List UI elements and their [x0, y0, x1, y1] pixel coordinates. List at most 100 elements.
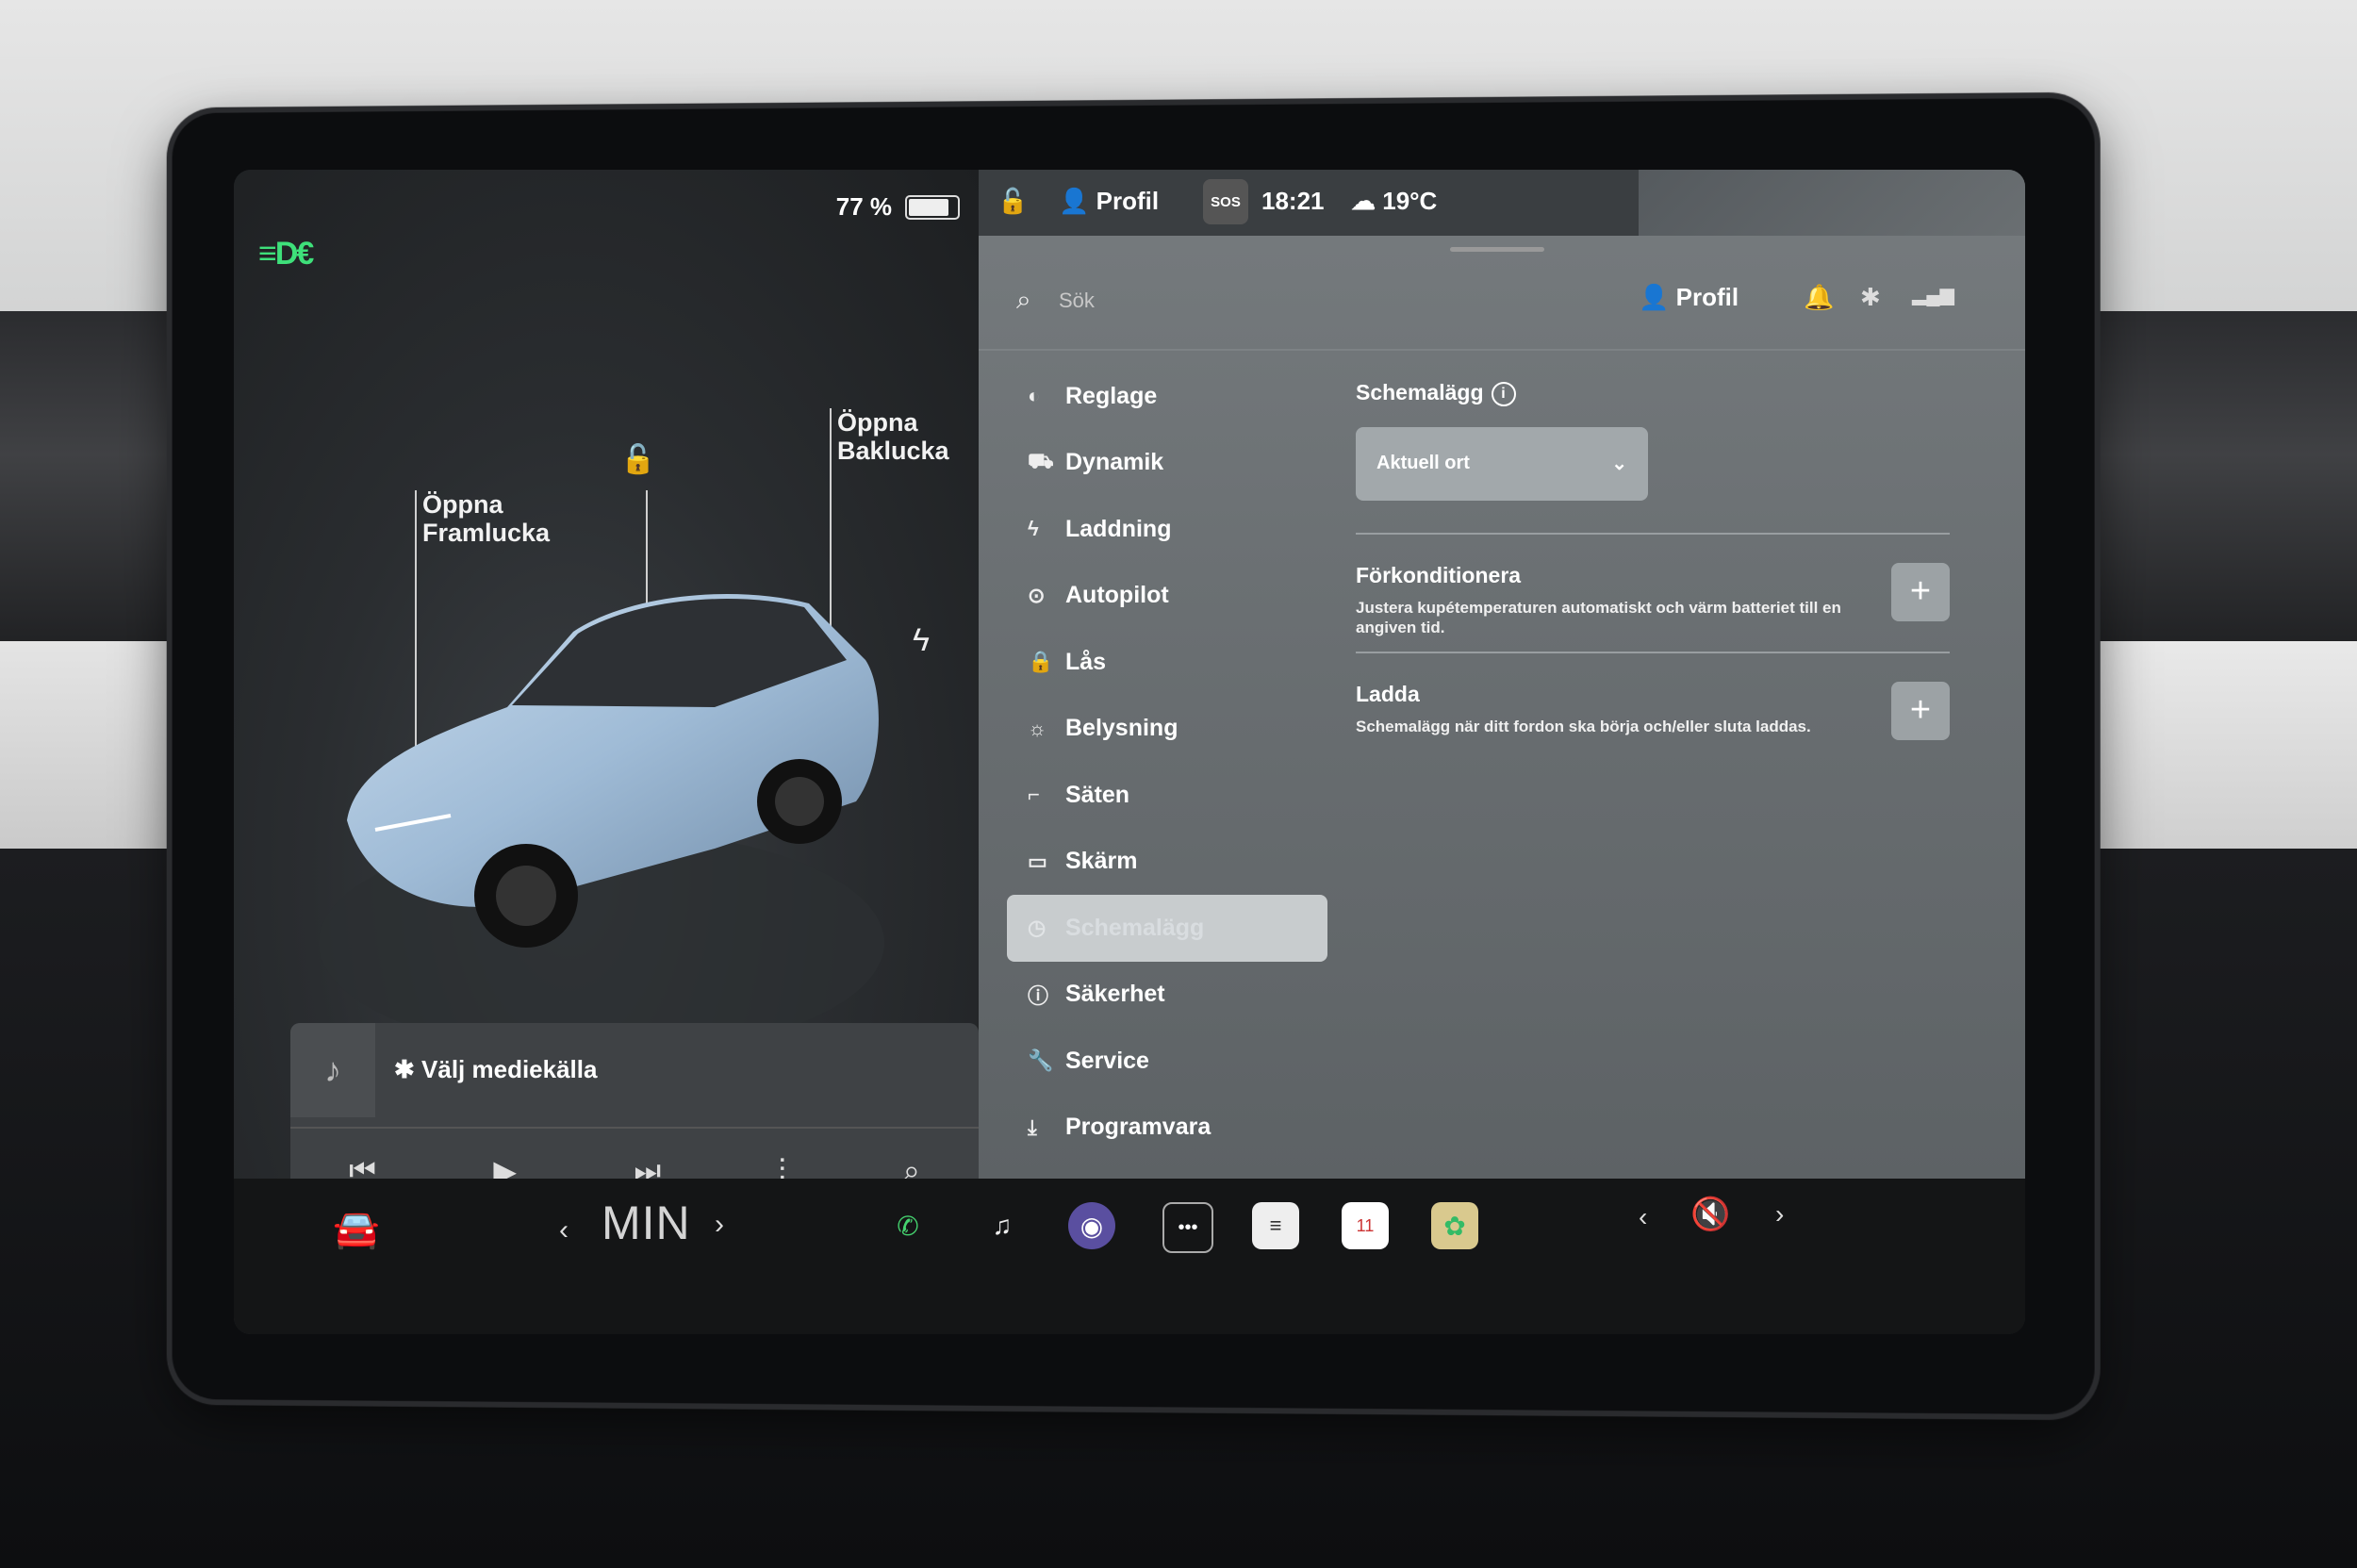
- nav-item-laddning[interactable]: ϟ Laddning: [1007, 496, 1327, 563]
- volume-increase-icon[interactable]: ›: [1775, 1199, 1784, 1230]
- sos-icon[interactable]: SOS: [1203, 179, 1248, 224]
- nav-item-label: Säten: [1065, 781, 1130, 808]
- nav-item-service[interactable]: 🔧 Service: [1007, 1028, 1327, 1095]
- precondition-row: Förkonditionera Justera kupétemperaturen…: [1356, 562, 1950, 638]
- charge-description: Schemalägg när ditt fordon ska börja och…: [1356, 717, 1811, 735]
- bluetooth-icon[interactable]: ✱: [1860, 283, 1881, 312]
- camera-icon[interactable]: ◉: [1068, 1202, 1115, 1249]
- clock-icon: ◷: [1028, 916, 1047, 940]
- nav-item-label: Autopilot: [1065, 582, 1169, 609]
- car-panel: ≡D€ 77 % Öppna Framlucka Öppna Baklucka …: [234, 170, 979, 1334]
- charge-port-icon[interactable]: ϟ: [913, 622, 930, 659]
- schedule-title: Schemalägg i: [1356, 380, 1950, 406]
- nav-item-säkerhet[interactable]: ⓘ Säkerhet: [1007, 962, 1327, 1029]
- profile-label: Profil: [1675, 283, 1739, 311]
- nav-item-dynamik[interactable]: ⛟ Dynamik: [1007, 430, 1327, 497]
- nav-item-label: Säkerhet: [1065, 981, 1165, 1008]
- nav-item-label: Lås: [1065, 648, 1107, 675]
- info-icon[interactable]: i: [1491, 381, 1516, 406]
- panel-drag-handle[interactable]: [1450, 247, 1544, 252]
- music-icon[interactable]: ♫: [979, 1202, 1026, 1249]
- nav-item-schemalägg[interactable]: ◷ Schemalägg: [1007, 895, 1327, 962]
- notification-bell-icon[interactable]: 🔔: [1804, 283, 1834, 312]
- status-bar: 🔓 👤 Profil SOS 18:21 ☁ 19°C: [979, 170, 2025, 236]
- nav-item-label: Programvara: [1065, 1114, 1211, 1141]
- nav-item-label: Skärm: [1065, 848, 1138, 875]
- car-icon[interactable]: 🚘: [333, 1207, 380, 1251]
- nav-item-reglage[interactable]: ◐ Reglage: [1007, 363, 1327, 430]
- location-select-value: Aktuell ort: [1376, 453, 1470, 474]
- search-input[interactable]: Sök: [1059, 289, 1095, 313]
- lock-icon: 🔒: [1028, 650, 1054, 674]
- nav-item-label: Reglage: [1065, 382, 1158, 409]
- charge-title: Ladda: [1356, 681, 1420, 706]
- dashboard-panel-left: [0, 641, 189, 849]
- mute-icon[interactable]: 🔇: [1690, 1196, 1730, 1233]
- download-icon: ⤓: [1028, 1114, 1037, 1139]
- seat-icon: ⌐: [1028, 783, 1040, 807]
- charge-row: Ladda Schemalägg när ditt fordon ska bör…: [1356, 681, 1950, 757]
- volume-decrease-icon[interactable]: ‹: [1639, 1202, 1647, 1232]
- map-preview[interactable]: [1639, 170, 2025, 236]
- battery-percent: 77 %: [835, 192, 892, 221]
- profile-button[interactable]: 👤 Profil: [1639, 283, 1739, 312]
- temperature: 19°C: [1382, 187, 1438, 215]
- toggle-icon: ◐: [1028, 384, 1041, 408]
- settings-nav: ◐ Reglage ⛟ Dynamik ϟ Laddning ⊙ Autopilot 🔒 Lås ☼…: [1007, 363, 1327, 1228]
- add-precondition-button[interactable]: +: [1891, 562, 1950, 621]
- screen-icon: ▭: [1028, 849, 1047, 873]
- calendar-icon[interactable]: 11: [1342, 1202, 1389, 1249]
- car-icon: ⛟: [1028, 449, 1054, 473]
- nav-item-belysning[interactable]: ☼ Belysning: [1007, 696, 1327, 763]
- toybox-icon[interactable]: ✿: [1431, 1202, 1478, 1249]
- precondition-description: Justera kupétemperaturen automatiskt och…: [1356, 598, 1841, 636]
- nav-item-label: Service: [1065, 1047, 1149, 1074]
- climate-temperature[interactable]: MIN: [602, 1196, 691, 1250]
- divider: [1356, 651, 1950, 653]
- battery-status: 77 %: [836, 192, 960, 222]
- climate-increase-icon[interactable]: ›: [715, 1209, 724, 1241]
- bottom-bar: [234, 1179, 2025, 1334]
- open-trunk-label[interactable]: Öppna Baklucka: [837, 408, 949, 465]
- status-profile-label: Profil: [1096, 187, 1160, 215]
- location-select[interactable]: Aktuell ort ⌄: [1356, 426, 1648, 501]
- phone-icon[interactable]: ✆: [884, 1202, 931, 1249]
- schedule-content: Schemalägg i Aktuell ort ⌄ Förkonditioner…: [1356, 363, 1950, 757]
- climate-decrease-icon[interactable]: ‹: [559, 1214, 569, 1246]
- wrench-icon: 🔧: [1028, 1048, 1054, 1073]
- nav-item-säten[interactable]: ⌐ Säten: [1007, 762, 1327, 829]
- nav-item-label: Schemalägg: [1065, 914, 1205, 941]
- nav-item-label: Laddning: [1065, 515, 1172, 542]
- battery-icon: [905, 194, 960, 220]
- nav-item-programvara[interactable]: ⤓ Programvara: [1007, 1095, 1327, 1162]
- nav-item-label: Dynamik: [1065, 449, 1164, 476]
- divider: [1356, 532, 1950, 535]
- precondition-title: Förkonditionera: [1356, 562, 1522, 587]
- more-apps-icon[interactable]: •••: [1162, 1202, 1213, 1253]
- unlock-icon[interactable]: 🔓: [620, 443, 655, 476]
- nav-item-skärm[interactable]: ▭ Skärm: [1007, 829, 1327, 896]
- media-source-label: Välj mediekälla: [421, 1055, 598, 1083]
- nav-item-label: Belysning: [1065, 715, 1178, 742]
- notes-icon[interactable]: ≡: [1252, 1202, 1299, 1249]
- sun-icon: ☼: [1028, 716, 1047, 740]
- lock-status-icon[interactable]: 🔓: [997, 187, 1028, 216]
- search-icon[interactable]: ⌕: [1016, 285, 1031, 316]
- clock: 18:21: [1261, 187, 1325, 215]
- steering-wheel-icon: ⊙: [1028, 583, 1046, 607]
- open-frunk-label[interactable]: Öppna Framlucka: [422, 490, 550, 547]
- dashboard-panel-right: [2055, 641, 2357, 849]
- chevron-down-icon: ⌄: [1611, 454, 1627, 475]
- headlight-icon[interactable]: ≡D€: [258, 236, 314, 272]
- status-profile[interactable]: 👤 Profil: [1059, 187, 1159, 216]
- add-charge-schedule-button[interactable]: +: [1891, 681, 1950, 740]
- music-note-icon[interactable]: ♪: [290, 1023, 375, 1117]
- search-row: ⌕ Sök 👤 Profil 🔔 ✱ ▂▄▆: [979, 255, 2025, 351]
- touchscreen: ≡D€ 77 % Öppna Framlucka Öppna Baklucka …: [234, 170, 2025, 1334]
- media-source-selector[interactable]: ✱ Välj mediekälla: [394, 1055, 597, 1084]
- nav-item-autopilot[interactable]: ⊙ Autopilot: [1007, 563, 1327, 630]
- bolt-icon: ϟ: [1028, 517, 1039, 541]
- lte-signal-icon: ▂▄▆: [1912, 285, 1954, 305]
- nav-item-lås[interactable]: 🔒 Lås: [1007, 629, 1327, 696]
- schedule-title-text: Schemalägg: [1356, 380, 1484, 404]
